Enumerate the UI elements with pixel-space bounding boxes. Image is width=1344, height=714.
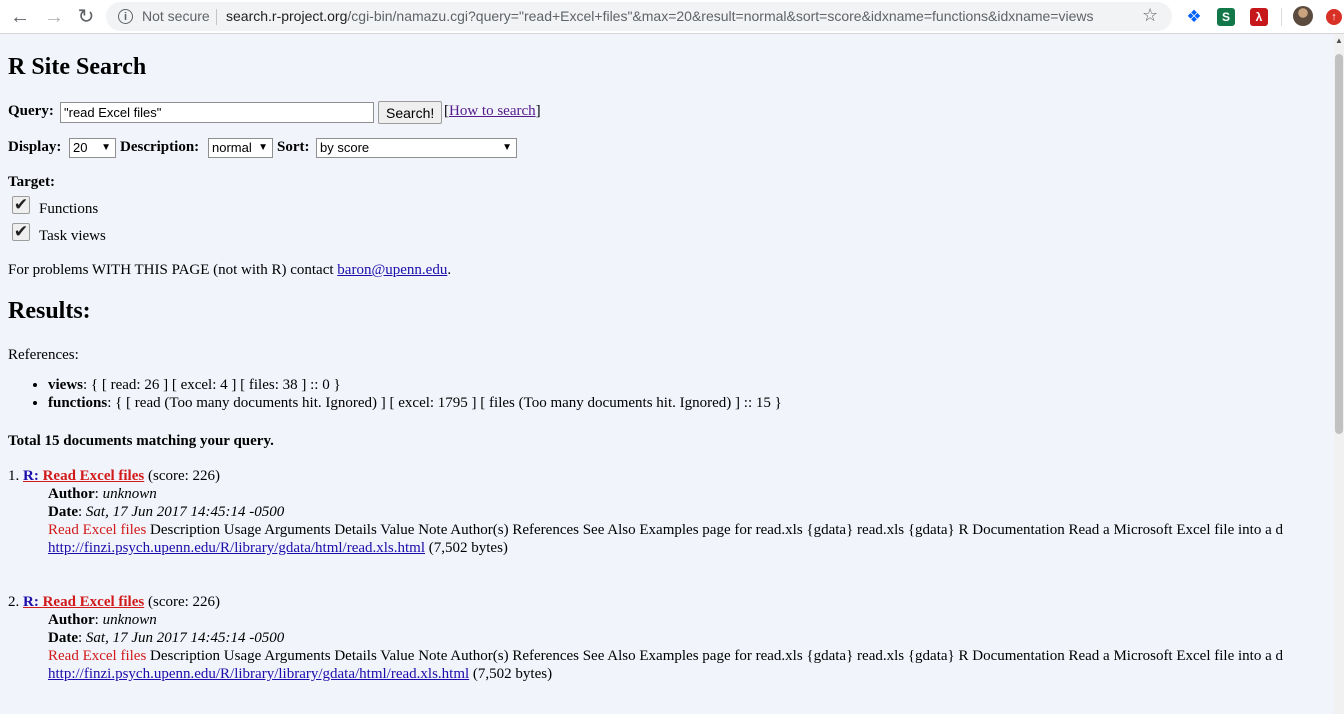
security-label[interactable]: Not secure	[142, 8, 210, 24]
result-snippet: Read Excel files Description Usage Argum…	[48, 522, 1283, 538]
description-value: normal	[212, 140, 252, 155]
description-label: Description:	[120, 139, 200, 155]
result-score: (score: 226)	[147, 594, 221, 610]
display-select[interactable]: 20 ▼	[69, 138, 116, 158]
functions-checkbox[interactable]: ✔	[12, 196, 30, 214]
result-url-link[interactable]: http://finzi.psych.upenn.edu/R/library/l…	[48, 666, 469, 682]
result-item: 1. R: Read Excel files (score: 226) Auth…	[8, 467, 1328, 557]
url-path: /cgi-bin/namazu.cgi?query="read+Excel+fi…	[347, 8, 1094, 24]
sort-value: by score	[320, 140, 370, 155]
functions-label: Functions	[39, 201, 99, 217]
contact-text: For problems WITH THIS PAGE (not with R)…	[8, 262, 452, 278]
result-title-link[interactable]: R: Read Excel files	[23, 594, 144, 610]
reload-icon: ↻	[77, 6, 95, 28]
toolbar-divider	[1281, 8, 1282, 26]
references-label: References:	[8, 347, 79, 363]
forward-button[interactable]: →	[40, 3, 68, 31]
dropdown-arrow-icon: ▼	[502, 142, 512, 153]
list-item: functions: { [ read (Too many documents …	[48, 394, 782, 412]
how-to-search-link[interactable]: How to search	[449, 103, 536, 119]
vertical-scrollbar[interactable]: ▲	[1334, 34, 1344, 714]
star-icon[interactable]: ☆	[1142, 5, 1158, 26]
reload-button[interactable]: ↻	[72, 3, 100, 31]
references-list: views: { [ read: 26 ] [ excel: 4 ] [ fil…	[28, 376, 782, 412]
scroll-up-icon[interactable]: ▲	[1334, 36, 1344, 45]
pdf-icon[interactable]: λ	[1250, 8, 1268, 26]
task-views-label: Task views	[39, 228, 106, 244]
display-value: 20	[73, 140, 88, 155]
task-views-checkbox[interactable]: ✔	[12, 223, 30, 241]
result-title-link[interactable]: R: Read Excel files	[23, 468, 144, 484]
omnibox-divider	[216, 9, 217, 25]
address-bar[interactable]: i Not secure search.r-project.org/cgi-bi…	[106, 2, 1172, 31]
list-item: views: { [ read: 26 ] [ excel: 4 ] [ fil…	[48, 376, 782, 394]
target-label: Target:	[8, 174, 55, 190]
result-url-link[interactable]: http://finzi.psych.upenn.edu/R/library/g…	[48, 540, 425, 556]
search-button[interactable]: Search!	[378, 101, 443, 124]
result-author: Author: unknown	[48, 612, 157, 628]
page-title: R Site Search	[8, 54, 147, 80]
arrow-left-icon: ←	[10, 6, 30, 28]
s-extension-icon[interactable]: S	[1217, 8, 1235, 26]
result-url-line: http://finzi.psych.upenn.edu/R/library/g…	[48, 540, 508, 556]
sort-select[interactable]: by score ▼	[316, 138, 517, 158]
result-date: Date: Sat, 17 Jun 2017 14:45:14 -0500	[48, 504, 285, 520]
page-content: R Site Search Query: "read Excel files" …	[8, 34, 1334, 714]
description-select[interactable]: normal ▼	[208, 138, 273, 158]
results-heading: Results:	[8, 298, 91, 324]
result-date: Date: Sat, 17 Jun 2017 14:45:14 -0500	[48, 630, 285, 646]
query-label: Query:	[8, 103, 54, 119]
how-to-search: [How to search]	[444, 103, 541, 119]
query-input[interactable]: "read Excel files"	[60, 102, 374, 123]
arrow-right-icon: →	[44, 6, 64, 28]
result-score: (score: 226)	[147, 468, 221, 484]
dropdown-arrow-icon: ▼	[258, 142, 268, 153]
info-icon[interactable]: i	[118, 9, 133, 24]
display-label: Display:	[8, 139, 62, 155]
total-count: Total 15 documents matching your query.	[8, 433, 274, 449]
result-url-line: http://finzi.psych.upenn.edu/R/library/l…	[48, 666, 553, 682]
sort-label: Sort:	[277, 139, 310, 155]
url-host: search.r-project.org	[226, 8, 348, 24]
scrollbar-thumb[interactable]	[1335, 54, 1343, 434]
update-icon[interactable]: ↑	[1326, 9, 1342, 25]
dropbox-icon[interactable]: ❖	[1185, 7, 1203, 26]
result-author: Author: unknown	[48, 486, 157, 502]
url-text[interactable]: search.r-project.org/cgi-bin/namazu.cgi?…	[226, 8, 1094, 24]
contact-email-link[interactable]: baron@upenn.edu	[337, 262, 447, 278]
result-item: 2. R: Read Excel files (score: 226) Auth…	[8, 593, 1328, 683]
browser-toolbar: ← → ↻ i Not secure search.r-project.org/…	[0, 0, 1344, 34]
back-button[interactable]: ←	[6, 3, 34, 31]
avatar[interactable]	[1293, 6, 1313, 26]
dropdown-arrow-icon: ▼	[101, 142, 111, 153]
result-snippet: Read Excel files Description Usage Argum…	[48, 648, 1283, 664]
